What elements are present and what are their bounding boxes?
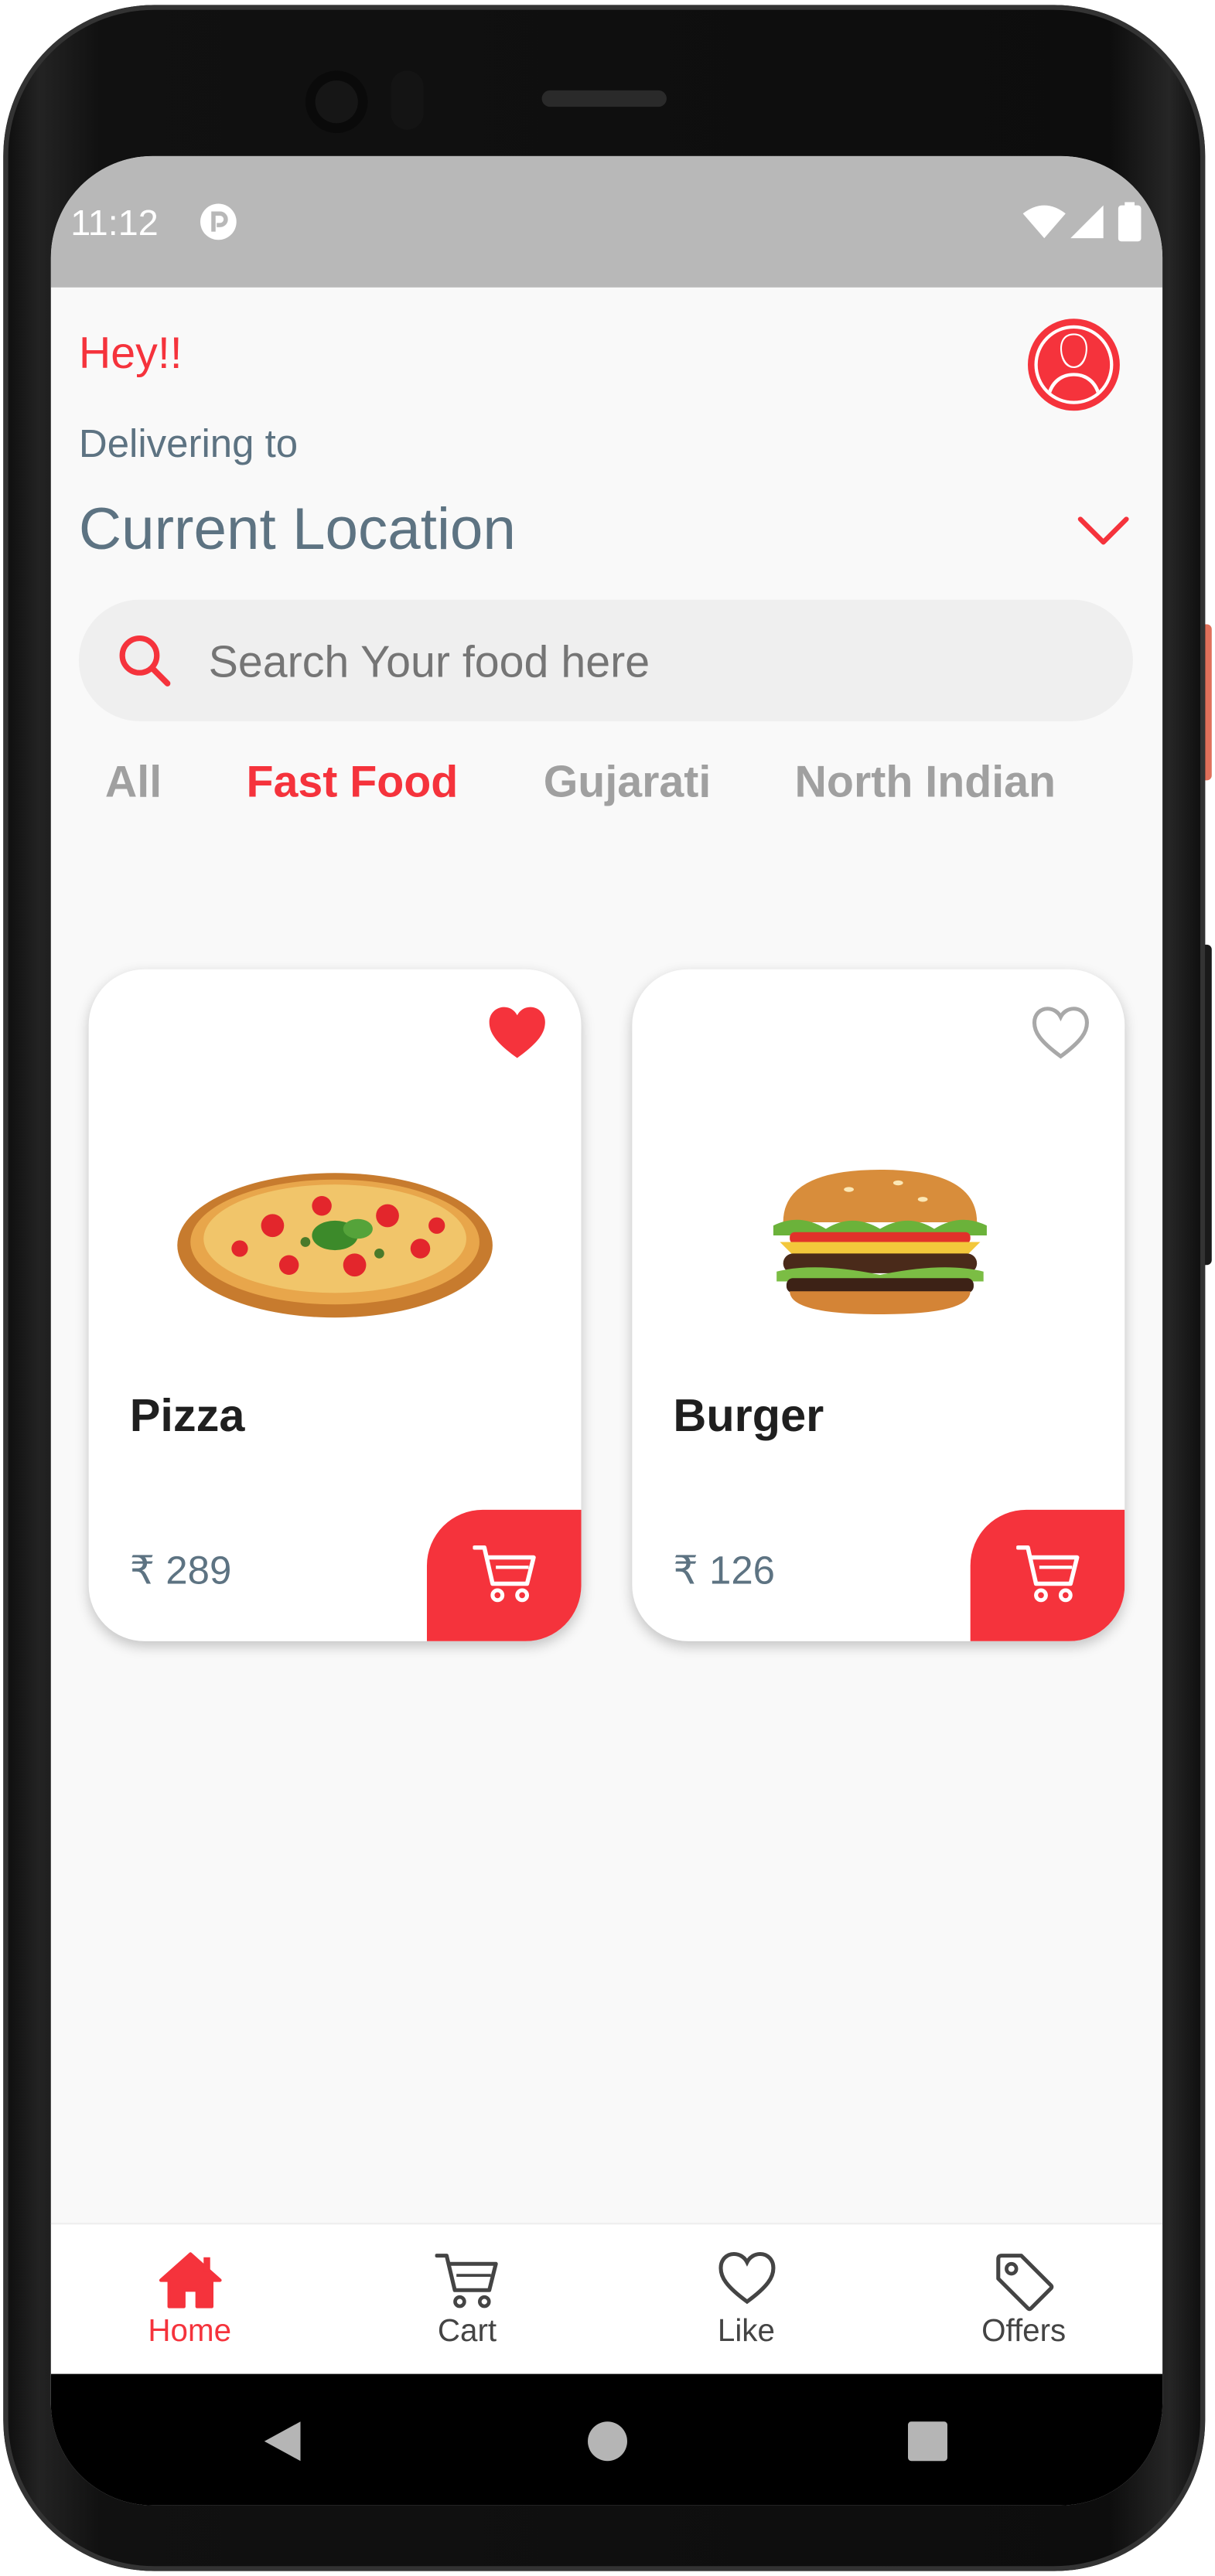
cart-icon	[1016, 1545, 1080, 1603]
product-name: Burger	[673, 1389, 824, 1441]
wifi-icon	[1022, 205, 1066, 239]
greeting-text: Hey!!	[78, 329, 183, 378]
chevron-down-icon[interactable]	[1077, 514, 1130, 547]
nav-item-like[interactable]: Like	[608, 2224, 886, 2376]
nav-label-home: Home	[148, 2315, 232, 2349]
product-card[interactable]: Pizza ₹ 289	[88, 969, 582, 1641]
category-tabs: All Fast Food Gujarati North Indian	[51, 758, 1162, 823]
add-to-cart-button[interactable]	[426, 1509, 582, 1641]
status-bar: 11:12	[50, 155, 1163, 288]
nav-label-offers: Offers	[981, 2315, 1067, 2349]
home-icon	[158, 2252, 221, 2309]
current-location-text[interactable]: Current Location	[79, 495, 516, 564]
user-profile-icon	[1027, 319, 1120, 411]
device-frame: 11:12 Hey!! Delivering to Current Locati…	[0, 0, 1215, 2576]
nav-label-like: Like	[717, 2315, 775, 2349]
nav-item-cart[interactable]: Cart	[329, 2224, 606, 2376]
category-tab-north-indian[interactable]: North Indian	[795, 758, 1056, 809]
search-input[interactable]	[205, 622, 1066, 702]
notification-app-icon	[200, 203, 237, 240]
product-price: ₹ 289	[129, 1549, 232, 1594]
add-to-cart-button[interactable]	[970, 1509, 1125, 1641]
screen: 11:12 Hey!! Delivering to Current Locati…	[50, 155, 1163, 2506]
burger-image	[773, 1170, 987, 1314]
product-name: Pizza	[129, 1389, 245, 1441]
heart-filled-icon[interactable]	[488, 1006, 547, 1061]
tag-icon	[995, 2254, 1053, 2312]
product-price: ₹ 126	[673, 1549, 776, 1594]
cart-icon	[434, 2254, 497, 2309]
nav-item-home[interactable]: Home	[51, 2224, 329, 2376]
nav-item-offers[interactable]: Offers	[885, 2224, 1162, 2376]
category-tab-gujarati[interactable]: Gujarati	[544, 758, 712, 809]
pizza-image	[177, 1173, 493, 1318]
sensor	[391, 70, 424, 130]
back-icon[interactable]	[261, 2418, 304, 2465]
battery-icon	[1118, 202, 1142, 242]
earpiece-speaker	[541, 90, 667, 107]
status-time: 11:12	[70, 202, 159, 244]
search-icon	[119, 635, 171, 687]
phone-body: 11:12 Hey!! Delivering to Current Locati…	[3, 5, 1206, 2571]
front-camera	[305, 70, 368, 134]
heart-outline-icon[interactable]	[1031, 1006, 1090, 1061]
heart-icon	[718, 2251, 775, 2305]
category-tab-all[interactable]: All	[105, 758, 162, 809]
system-navigation-bar	[50, 2373, 1163, 2506]
product-card[interactable]: Burger ₹ 126	[632, 969, 1125, 1641]
recents-icon[interactable]	[906, 2420, 949, 2462]
search-bar[interactable]	[78, 599, 1133, 721]
profile-button[interactable]	[1026, 317, 1121, 412]
cart-icon	[473, 1545, 536, 1603]
home-page: Hey!! Delivering to Current Location Sea…	[50, 287, 1163, 2223]
delivering-label: Delivering to	[78, 422, 299, 467]
category-tab-fast-food[interactable]: Fast Food	[246, 758, 458, 809]
nav-label-cart: Cart	[437, 2315, 497, 2349]
bottom-navigation: Home Cart Like Offers	[50, 2223, 1163, 2376]
cellular-signal-icon	[1070, 205, 1104, 239]
home-circle-icon[interactable]	[586, 2420, 629, 2462]
